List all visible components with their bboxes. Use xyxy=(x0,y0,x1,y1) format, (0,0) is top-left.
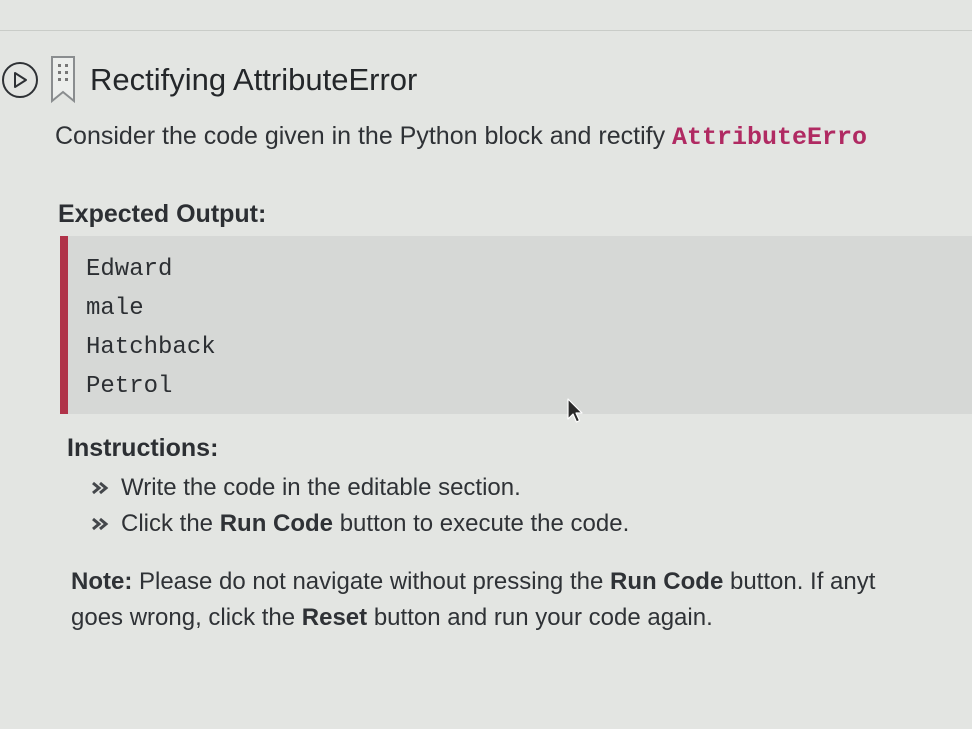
run-code-reference: Run Code xyxy=(609,568,724,595)
note-text: goes wrong, click the xyxy=(71,604,302,631)
note-line: Note: Please do not navigate without pre… xyxy=(71,564,972,600)
double-chevron-right-icon xyxy=(92,517,109,531)
list-item: Click the Run Code button to execute the… xyxy=(90,506,629,542)
description-text: Consider the code given in the Python bl… xyxy=(55,122,673,150)
exercise-description: Consider the code given in the Python bl… xyxy=(55,122,867,152)
instructions-list: Write the code in the editable section. … xyxy=(90,470,629,542)
expected-output-label: Expected Output: xyxy=(58,200,267,228)
instruction-text: Write the code in the editable section. xyxy=(121,474,521,501)
note-text: Please do not navigate without pressing … xyxy=(132,568,610,595)
exercise-title: Rectifying AttributeError xyxy=(90,62,418,97)
mouse-cursor-icon xyxy=(567,398,583,423)
output-line: Petrol xyxy=(86,373,173,400)
description-code-term: AttributeErro xyxy=(672,123,868,152)
bookmark-icon[interactable] xyxy=(50,55,76,105)
play-icon[interactable] xyxy=(2,62,38,98)
note-line: goes wrong, click the Reset button and r… xyxy=(71,600,972,636)
top-divider xyxy=(0,30,972,31)
output-line: Edward xyxy=(86,256,173,283)
instruction-prefix: Click the xyxy=(121,510,220,537)
instruction-text: Click the Run Code button to execute the… xyxy=(121,510,629,538)
expected-output-box: Edward male Hatchback Petrol xyxy=(60,236,972,414)
run-code-reference: Run Code xyxy=(219,510,334,537)
instructions-label: Instructions: xyxy=(67,434,219,462)
reset-reference: Reset xyxy=(301,604,368,631)
output-line: Hatchback xyxy=(86,334,216,361)
note-label: Note: xyxy=(71,568,133,595)
double-chevron-right-icon xyxy=(92,481,109,495)
note-block: Note: Please do not navigate without pre… xyxy=(71,564,972,636)
note-text: button and run your code again. xyxy=(367,604,713,631)
instruction-suffix: button to execute the code. xyxy=(333,510,630,537)
note-text: button. If anyt xyxy=(723,568,876,595)
exercise-header: Rectifying AttributeError xyxy=(2,55,417,105)
output-line: male xyxy=(86,295,144,322)
list-item: Write the code in the editable section. xyxy=(90,470,629,506)
